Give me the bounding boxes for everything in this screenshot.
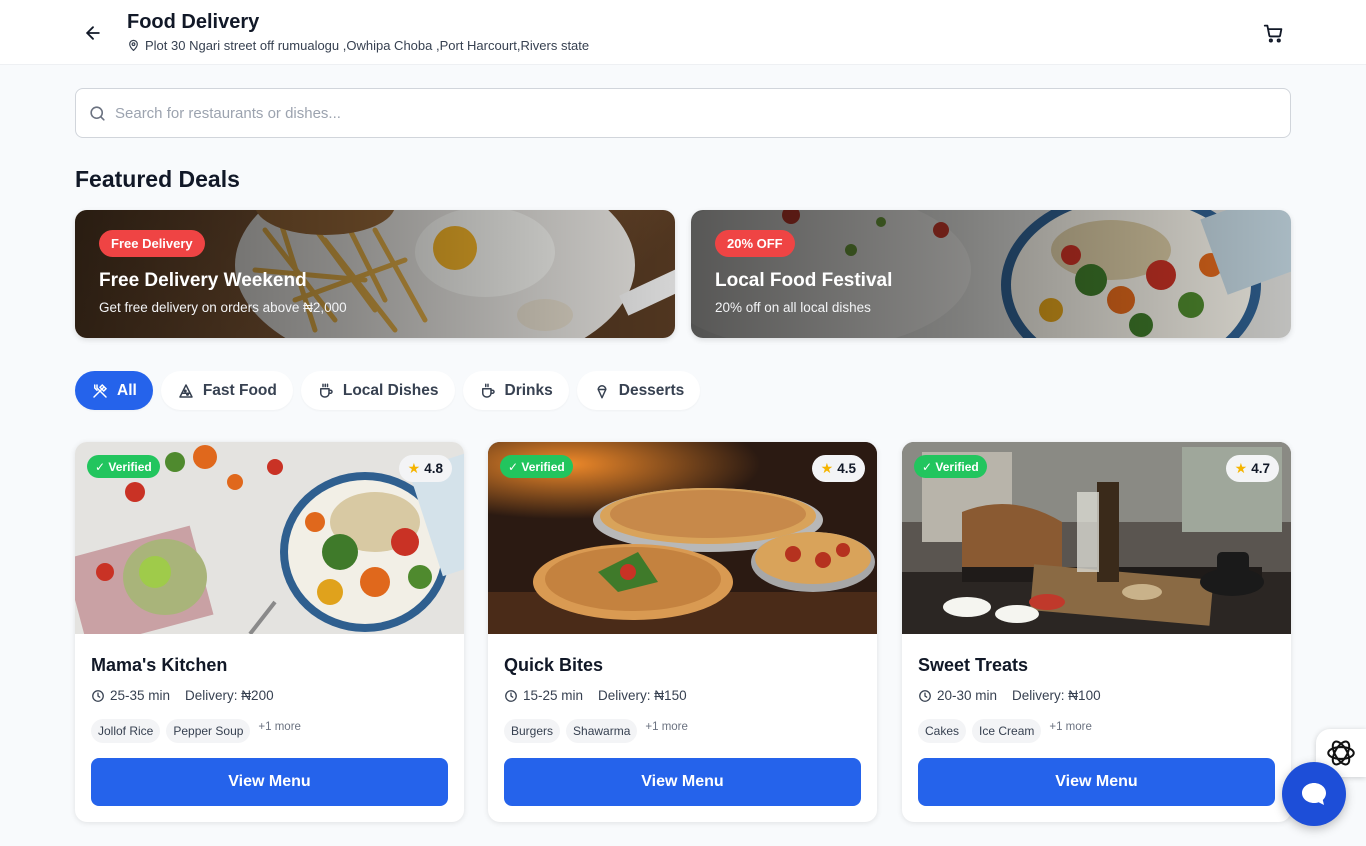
category-drinks[interactable]: Drinks (462, 371, 569, 410)
dish-tag: Shawarma (566, 719, 638, 743)
rating-value: 4.8 (424, 461, 443, 476)
restaurant-meta: 15-25 min Delivery: ₦150 (504, 688, 687, 703)
featured-deals-title: Featured Deals (75, 166, 240, 192)
restaurant-meta: 20-30 min Delivery: ₦100 (918, 688, 1101, 703)
star-icon: ★ (1234, 460, 1248, 476)
verified-badge: ✓ Verified (500, 455, 573, 478)
restaurant-name: Mama's Kitchen (91, 655, 228, 675)
deal-badge: Free Delivery (99, 230, 205, 257)
search-input[interactable] (115, 104, 1265, 122)
restaurant-name: Quick Bites (504, 655, 604, 675)
deal-subtitle: 20% off on all local dishes (715, 300, 871, 315)
utensils-crossed-icon (93, 383, 108, 398)
delivery-time: 20-30 min (937, 688, 998, 703)
delivery-fee: Delivery: ₦100 (1012, 688, 1101, 703)
category-label: Desserts (618, 381, 685, 399)
deal-subtitle: Get free delivery on orders above ₦2,000 (99, 300, 347, 315)
view-menu-button[interactable]: View Menu (918, 758, 1275, 806)
category-label: Drinks (504, 381, 553, 399)
dish-tag: Jollof Rice (91, 719, 161, 743)
restaurant-meta: 25-35 min Delivery: ₦200 (91, 688, 274, 703)
category-fast-food[interactable]: Fast Food (160, 371, 293, 410)
delivery-time: 15-25 min (523, 688, 584, 703)
search-icon (90, 105, 105, 121)
deal-card-local-food-festival[interactable]: 20% OFF Local Food Festival 20% off on a… (691, 210, 1291, 338)
clock-icon (92, 689, 104, 702)
chat-button[interactable] (1282, 762, 1346, 826)
category-label: Fast Food (202, 381, 277, 399)
dish-tag: Burgers (504, 719, 561, 743)
dish-tag: Pepper Soup (166, 719, 251, 743)
more-dishes: +1 more (1049, 721, 1092, 733)
dish-tags: Cakes Ice Cream +1 more (918, 719, 1092, 743)
dish-tag: Cakes (918, 719, 967, 743)
restaurant-name: Sweet Treats (918, 655, 1029, 675)
dish-tags: Burgers Shawarma +1 more (504, 719, 688, 743)
clock-icon (919, 689, 931, 702)
clock-icon (505, 689, 517, 702)
verified-badge: ✓ Verified (87, 455, 160, 478)
more-dishes: +1 more (258, 721, 301, 733)
delivery-fee: Delivery: ₦150 (598, 688, 687, 703)
verified-badge: ✓ Verified (914, 455, 987, 478)
dish-tags: Jollof Rice Pepper Soup +1 more (91, 719, 301, 743)
rating-value: 4.5 (837, 461, 856, 476)
rating-value: 4.7 (1251, 461, 1270, 476)
star-icon: ★ (407, 460, 421, 476)
chat-bubble-icon (1302, 783, 1326, 805)
ice-cream-icon (597, 384, 607, 398)
page-title: Food Delivery (127, 11, 260, 33)
arrow-left-icon (86, 26, 100, 40)
rating-badge: ★ 4.7 (1225, 455, 1279, 482)
restaurant-card-mamas-kitchen[interactable]: ✓ Verified ★ 4.8 Mama's Kitchen 25-35 mi… (75, 442, 464, 822)
category-label: All (117, 381, 137, 399)
map-pin-icon (129, 39, 138, 51)
star-icon: ★ (820, 460, 834, 476)
view-menu-button[interactable]: View Menu (504, 758, 861, 806)
delivery-address[interactable]: Plot 30 Ngari street off rumualogu ,Owhi… (127, 38, 589, 53)
category-all[interactable]: All (75, 371, 153, 410)
deal-title: Local Food Festival (715, 270, 893, 291)
coffee-icon (481, 383, 495, 398)
deal-title: Free Delivery Weekend (99, 270, 307, 291)
top-header: Food Delivery Plot 30 Ngari street off r… (0, 0, 1366, 65)
category-desserts[interactable]: Desserts (576, 371, 701, 410)
cart-button[interactable] (1260, 20, 1286, 46)
pizza-slice-icon (179, 383, 193, 398)
more-dishes: +1 more (645, 721, 688, 733)
delivery-fee: Delivery: ₦200 (185, 688, 274, 703)
address-text: Plot 30 Ngari street off rumualogu ,Owhi… (145, 38, 590, 53)
category-filters: All Fast Food Local Dishes Drinks Desser… (75, 371, 701, 410)
restaurant-card-sweet-treats[interactable]: ✓ Verified ★ 4.7 Sweet Treats 20-30 min … (902, 442, 1291, 822)
cup-icon (319, 383, 333, 398)
rating-badge: ★ 4.8 (398, 455, 452, 482)
rating-badge: ★ 4.5 (811, 455, 865, 482)
deal-badge: 20% OFF (715, 230, 795, 257)
category-local-dishes[interactable]: Local Dishes (300, 371, 455, 410)
view-menu-button[interactable]: View Menu (91, 758, 448, 806)
back-button[interactable] (80, 20, 106, 46)
cart-icon (1263, 24, 1282, 43)
restaurant-card-quick-bites[interactable]: ✓ Verified ★ 4.5 Quick Bites 15-25 min D… (488, 442, 877, 822)
dish-tag: Ice Cream (972, 719, 1042, 743)
deal-card-free-delivery[interactable]: Free Delivery Free Delivery Weekend Get … (75, 210, 675, 338)
search-bar (75, 88, 1291, 138)
category-label: Local Dishes (342, 381, 439, 399)
delivery-time: 25-35 min (110, 688, 171, 703)
